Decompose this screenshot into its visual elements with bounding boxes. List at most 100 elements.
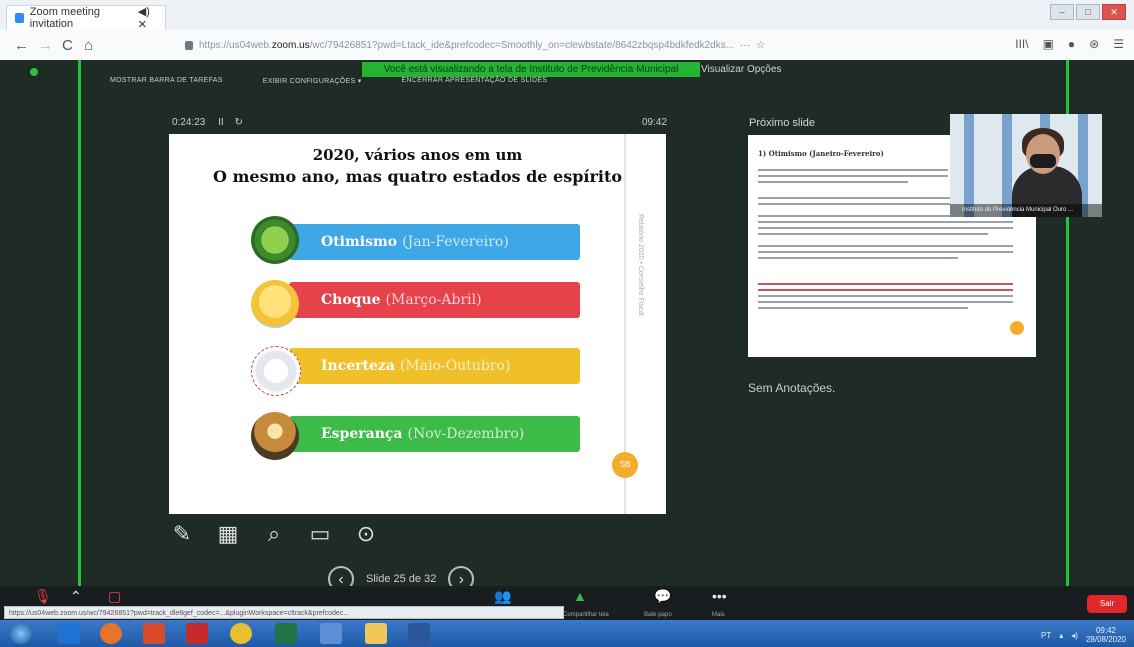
confused-arrows-icon [251,346,301,396]
slide-title-line1: 2020, vários anos em um [312,146,523,164]
text-line [758,221,1013,223]
mood-label: Incerteza [321,358,395,374]
stop-video-icon[interactable]: ▢ [108,588,121,605]
screen-off-icon[interactable]: ▭ [308,521,332,546]
pdf-reader-icon[interactable] [186,623,208,644]
slide-title: 2020, vários anos em um O mesmo ano, mas… [169,144,666,188]
zoom-favicon-icon [15,13,24,23]
start-button-icon[interactable] [10,623,32,644]
sunrise-image-icon [251,412,299,460]
speaker-notes: Sem Anotações. [748,381,836,395]
text-line [758,307,968,309]
office-icon[interactable] [143,623,165,644]
share-screen-label: Compartilhar tela [563,612,609,618]
browser-toolbar-icons: III\ ▣ ● ⊛ ☰ [1015,37,1124,51]
presenter-controls: MOSTRAR BARRA DE TAREFAS EXIBIR CONFIGUR… [110,77,1050,89]
system-tray: PT ▴ ◂) 09:42 28/08/2020 [1041,626,1126,644]
chevron-up-icon[interactable]: ⌃ [70,588,82,605]
minimize-button[interactable]: – [1050,4,1074,20]
text-line [758,245,1013,247]
reload-button[interactable]: C [62,37,73,54]
text-line [758,257,958,259]
volume-icon[interactable]: ◂) [1071,631,1078,640]
file-explorer-icon[interactable] [365,623,387,644]
participant-video[interactable]: Instituto de Previdência Municipal Ouro … [950,114,1102,217]
text-line [758,295,1013,297]
text-line [758,197,958,199]
menu-icon[interactable]: ☰ [1113,37,1124,51]
pen-icon[interactable]: ✎ [170,521,194,546]
elapsed-time: 0:24:23 [172,117,206,128]
slide-title-line2: O mesmo ano, mas quatro estados de espír… [212,167,623,186]
text-line [758,175,948,177]
mood-period: (Maio-Outubro) [399,358,511,374]
tab-title: Zoom meeting invitation [29,6,101,30]
mood-esperanca: Esperança (Nov-Dezembro) [277,416,580,452]
slide-logo-badge: SB [612,452,638,478]
back-button[interactable]: ← [14,37,29,54]
chat-icon[interactable]: 💬 [654,588,671,605]
language-indicator[interactable]: PT [1041,631,1051,640]
mood-period: (Março-Abril) [385,292,482,308]
presenter-clock: 09:42 [642,117,668,128]
sidebar-icon[interactable]: ▣ [1043,37,1054,51]
participant-name: Instituto de Previdência Municipal Ouro … [950,204,1102,217]
forward-button[interactable]: → [38,37,53,54]
tray-time: 09:42 [1095,626,1116,635]
word-icon[interactable] [408,623,430,644]
more-options-icon[interactable]: ⊙ [354,521,378,546]
magnifier-icon[interactable]: ⌕ [262,521,286,546]
more-dots-icon[interactable]: ••• [712,588,727,604]
share-screen-icon[interactable]: ▲ [573,588,587,604]
text-line [758,203,958,205]
firefox-icon[interactable] [100,623,122,644]
tray-clock[interactable]: 09:42 28/08/2020 [1086,626,1126,644]
mood-label: Choque [321,292,381,308]
browser-nav-bar: ← → C ⌂ https://us04web.zoom.us/wc/79426… [0,30,1134,61]
home-button[interactable]: ⌂ [84,37,93,54]
mood-otimismo: Otimismo (Jan-Fevereiro) [277,224,580,260]
library-icon[interactable]: III\ [1015,37,1028,51]
slide-counter: Slide 25 de 32 [366,573,437,585]
more-button[interactable]: ··· [740,40,750,51]
chat-label: Bate-papo [644,612,672,618]
network-icon[interactable]: ▴ [1059,631,1063,640]
pause-button[interactable]: II [218,117,224,128]
participants-icon[interactable]: 👥 [494,588,511,605]
text-line [758,301,1013,303]
mood-label: Esperança [321,426,403,442]
mute-microphone-icon[interactable]: 🎙 [34,588,52,605]
leave-meeting-button[interactable]: Sair [1087,595,1127,613]
virus-emoji-icon [251,216,299,264]
excel-icon[interactable] [275,623,297,644]
url-bar[interactable]: https://us04web.zoom.us/wc/79426851?pwd=… [185,35,885,55]
view-options-button[interactable]: Visualizar Opções [701,62,781,77]
mood-choque: Choque (Março-Abril) [277,282,580,318]
text-line [758,283,1013,285]
tab-close-button[interactable]: ◀) ✕ [138,5,159,31]
show-taskbar-button[interactable]: MOSTRAR BARRA DE TAREFAS [110,77,223,89]
extension-icon[interactable]: ● [1068,37,1075,51]
annotation-tools: ✎ ▦ ⌕ ▭ ⊙ [170,521,378,546]
slide-grid-icon[interactable]: ▦ [216,521,240,546]
shocked-face-emoji-icon [251,280,299,328]
display-settings-button[interactable]: EXIBIR CONFIGURAÇÕES ▾ [263,77,362,89]
status-bar-url: https://us04web.zoom.us/wc/79426851?pwd=… [4,606,564,619]
window-app-icon[interactable] [320,623,342,644]
maximize-button[interactable]: □ [1076,4,1100,20]
sync-icon[interactable]: ⊛ [1089,37,1099,51]
close-window-button[interactable]: ✕ [1102,4,1126,20]
bookmark-star-icon[interactable]: ☆ [756,40,765,51]
chrome-icon[interactable] [230,623,252,644]
restart-timer-button[interactable]: ↻ [235,117,243,128]
text-line [758,227,1013,229]
tab-zoom-invitation[interactable]: Zoom meeting invitation ◀) ✕ [6,5,166,31]
text-line [758,233,988,235]
end-slideshow-button[interactable]: ENCERRAR APRESENTAÇÃO DE SLIDES [402,77,548,89]
url-domain: zoom.us [271,39,310,51]
more-label: Mais [712,612,725,618]
slide-side-text: Relatório 2020 • Conselho Fiscal [637,214,644,316]
internet-explorer-icon[interactable] [58,623,80,644]
tray-date: 28/08/2020 [1085,635,1126,644]
text-line [758,289,1013,291]
